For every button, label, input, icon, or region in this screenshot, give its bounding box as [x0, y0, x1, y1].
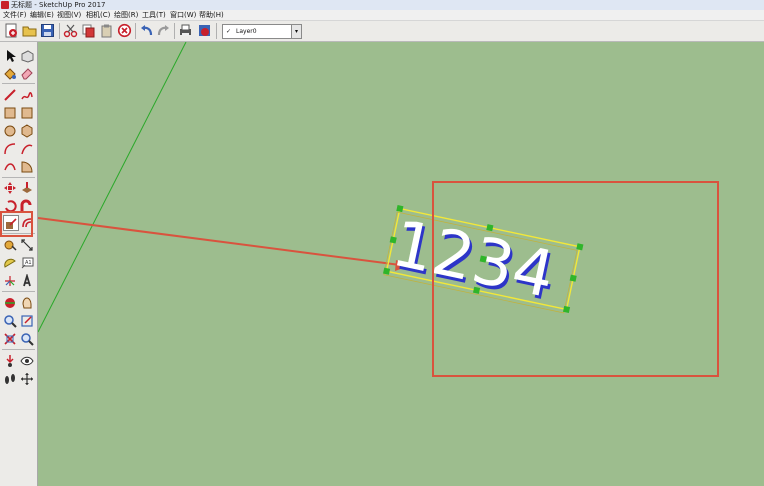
walk-footprints-icon[interactable] [3, 371, 17, 385]
model-info-icon[interactable] [197, 23, 212, 38]
menu-help[interactable]: 帮助(H) [199, 10, 224, 20]
scale-grip-handle[interactable] [383, 267, 391, 275]
window-title: 无标题 - SketchUp Pro 2017 [11, 1, 106, 9]
highlight-box-scale-tool [0, 211, 33, 237]
menu-view[interactable]: 视图(V) [57, 10, 81, 20]
pencil-line-icon[interactable] [3, 87, 17, 101]
follow-me-icon[interactable] [20, 198, 34, 212]
zoom-window-icon[interactable] [20, 313, 34, 327]
rotated-rectangle-icon[interactable] [20, 105, 34, 119]
green-axis-line [38, 42, 187, 333]
menu-file[interactable]: 文件(F) [3, 10, 27, 20]
new-file-icon[interactable] [4, 23, 19, 38]
cut-icon[interactable] [63, 23, 78, 38]
make-component-icon[interactable] [20, 48, 34, 63]
toolbar-separator [216, 23, 217, 39]
look-around-eye-icon[interactable] [20, 353, 34, 367]
circle-icon[interactable] [3, 123, 17, 137]
tape-measure-icon[interactable] [3, 237, 17, 251]
drawing-canvas[interactable]: 1234 1234 [38, 42, 764, 486]
menu-edit[interactable]: 编辑(E) [30, 10, 54, 20]
menu-camera[interactable]: 相机(C) [86, 10, 110, 20]
toolbar-separator [59, 23, 60, 39]
title-bar: 无标题 - SketchUp Pro 2017 [0, 0, 764, 10]
position-camera-icon[interactable] [3, 353, 17, 367]
rectangle-icon[interactable] [3, 105, 17, 119]
rotate-icon[interactable] [3, 198, 17, 213]
tool-separator [2, 83, 35, 84]
main-toolbar: ✓ Layer0 ▾ [0, 21, 764, 42]
dimension-icon[interactable] [20, 237, 34, 251]
large-tool-set: A1 [0, 42, 38, 486]
paint-bucket-icon[interactable] [3, 65, 17, 80]
eraser-icon[interactable] [20, 65, 34, 80]
axes-icon[interactable] [3, 273, 17, 287]
pan-hand-icon[interactable] [20, 295, 34, 309]
layer-current-check: ✓ [226, 28, 232, 35]
scale-grip-handle[interactable] [389, 236, 397, 244]
arc-icon[interactable] [3, 141, 17, 155]
svg-text:A1: A1 [25, 260, 32, 266]
sketchup-app-icon [1, 1, 9, 9]
move-icon[interactable] [3, 180, 17, 194]
previous-view-icon[interactable] [20, 331, 34, 346]
open-folder-icon[interactable] [22, 23, 37, 38]
copy-icon[interactable] [81, 23, 96, 38]
scale-grip-handle[interactable] [396, 205, 404, 213]
tool-separator [2, 291, 35, 292]
section-plane-icon[interactable] [20, 371, 34, 385]
toolbar-separator [174, 23, 175, 39]
chevron-down-icon[interactable]: ▾ [291, 25, 301, 38]
undo-icon[interactable] [139, 23, 154, 38]
three-point-arc-icon[interactable] [3, 159, 17, 173]
menu-bar: 文件(F) 编辑(E) 视图(V) 相机(C) 绘图(R) 工具(T) 窗口(W… [0, 10, 764, 21]
paste-icon[interactable] [99, 23, 114, 38]
pie-icon[interactable] [20, 159, 34, 173]
zoom-extents-icon[interactable] [3, 331, 17, 345]
menu-draw[interactable]: 绘图(R) [114, 10, 138, 20]
redo-icon[interactable] [156, 23, 171, 38]
erase-delete-icon[interactable] [117, 23, 132, 38]
3d-text-icon[interactable] [20, 272, 34, 287]
menu-window[interactable]: 窗口(W) [170, 10, 196, 20]
orbit-icon[interactable] [3, 295, 17, 309]
annotation-arrow-line [38, 217, 401, 266]
two-point-arc-icon[interactable] [20, 141, 34, 155]
tool-separator [2, 177, 35, 178]
toolbar-separator [135, 23, 136, 39]
print-icon[interactable] [178, 23, 193, 38]
select-arrow-icon[interactable] [3, 48, 17, 62]
zoom-icon[interactable] [3, 313, 17, 328]
text-tool-icon[interactable]: A1 [20, 255, 34, 269]
push-pull-icon[interactable] [20, 180, 34, 194]
menu-tools[interactable]: 工具(T) [142, 10, 166, 20]
layer-value: Layer0 [236, 28, 257, 35]
tool-separator [2, 349, 35, 350]
highlight-box-object [432, 181, 719, 377]
save-icon[interactable] [40, 23, 55, 38]
protractor-icon[interactable] [3, 255, 17, 269]
freehand-icon[interactable] [20, 87, 34, 101]
polygon-icon[interactable] [20, 123, 34, 138]
layer-dropdown[interactable]: ✓ Layer0 ▾ [222, 24, 302, 39]
